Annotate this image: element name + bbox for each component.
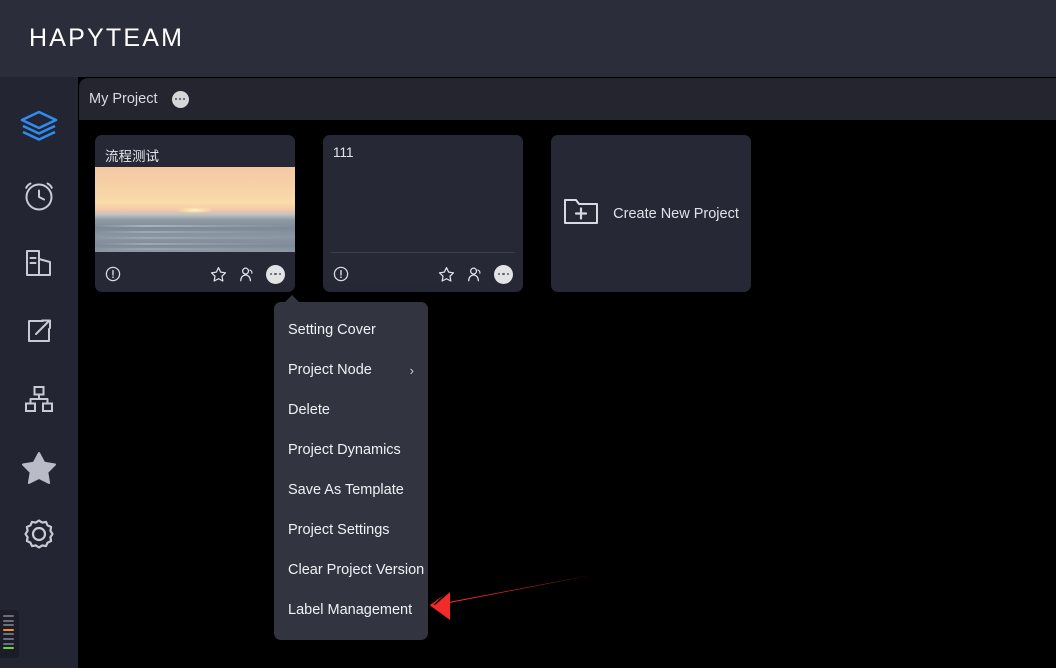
- mini-log-line: [3, 615, 14, 617]
- sun-glow: [177, 207, 213, 213]
- ellipsis-icon-dot: [506, 272, 510, 276]
- chevron-right-icon: ›: [409, 362, 414, 378]
- menu-item-label: Project Settings: [288, 522, 390, 538]
- menu-item-label: Setting Cover: [288, 322, 376, 338]
- project-card[interactable]: 111: [323, 135, 523, 292]
- members-icon[interactable]: [466, 266, 483, 283]
- menu-item-label: Delete: [288, 402, 330, 418]
- menu-item-clear-project-version[interactable]: Clear Project Version: [274, 550, 428, 590]
- project-card-title: 流程测试: [105, 149, 159, 164]
- menu-item-setting-cover[interactable]: Setting Cover: [274, 310, 428, 350]
- ellipsis-icon-dot: [274, 272, 277, 276]
- project-bar: My Project: [79, 78, 1056, 120]
- create-new-project-card[interactable]: Create New Project: [551, 135, 751, 292]
- star-icon: [18, 446, 60, 488]
- members-icon[interactable]: [238, 266, 255, 283]
- menu-item-save-as-template[interactable]: Save As Template: [274, 470, 428, 510]
- star-outline-icon[interactable]: [438, 266, 455, 283]
- sidebar-item-layers[interactable]: [11, 99, 67, 155]
- sidebar-item-schedule[interactable]: [11, 167, 67, 223]
- gear-icon: [18, 514, 60, 556]
- info-icon[interactable]: [105, 266, 121, 282]
- star-outline-icon[interactable]: [210, 266, 227, 283]
- mini-log-line-warning: [3, 628, 14, 631]
- project-card[interactable]: 流程测试: [95, 135, 295, 292]
- menu-item-label: Clear Project Version: [288, 562, 425, 578]
- mini-log-line: [3, 633, 14, 636]
- sidebar-item-reports[interactable]: [11, 235, 67, 291]
- mini-log-panel[interactable]: [0, 610, 19, 658]
- alarm-clock-icon: [19, 175, 59, 215]
- mini-log-line: [3, 642, 14, 645]
- menu-item-label: Label Management: [288, 602, 413, 618]
- create-new-project-label: Create New Project: [613, 205, 739, 222]
- menu-item-label: Project Node: [288, 362, 372, 378]
- annotation-arrow-icon: [430, 575, 592, 620]
- mini-log-line: [3, 619, 14, 622]
- menu-item-label-management[interactable]: Label Management: [274, 590, 428, 630]
- org-chart-icon: [19, 379, 59, 419]
- folder-plus-icon: [563, 195, 599, 232]
- project-card-footer: [323, 256, 523, 292]
- ellipsis-icon-dot: [278, 272, 282, 276]
- layers-icon: [18, 106, 60, 148]
- info-icon[interactable]: [333, 266, 349, 282]
- ellipsis-icon-dot: [502, 272, 505, 276]
- project-card-cover-image: [95, 167, 295, 252]
- app-root: HAPYTEAM My Project 流程测试 111 Create New …: [0, 0, 1056, 668]
- menu-item-project-dynamics[interactable]: Project Dynamics: [274, 430, 428, 470]
- app-brand-title: HAPYTEAM: [29, 24, 185, 52]
- ellipsis-icon-dot: [179, 98, 181, 100]
- mini-log-line: [3, 624, 14, 627]
- mini-log-line: [3, 637, 14, 640]
- sidebar-item-favorites[interactable]: [11, 439, 67, 495]
- sidebar-item-share[interactable]: [11, 303, 67, 359]
- app-header: HAPYTEAM: [0, 0, 1056, 77]
- ellipsis-icon-dot: [497, 272, 501, 276]
- ellipsis-icon-dot: [269, 272, 273, 276]
- building-chart-icon: [19, 243, 59, 283]
- menu-item-label: Project Dynamics: [288, 442, 401, 458]
- sidebar-item-settings[interactable]: [11, 507, 67, 563]
- project-bar-title: My Project: [89, 91, 158, 107]
- project-card-title: 111: [333, 145, 354, 160]
- ellipsis-icon-dot: [175, 98, 178, 100]
- menu-item-label: Save As Template: [288, 482, 404, 498]
- menu-item-project-settings[interactable]: Project Settings: [274, 510, 428, 550]
- sidebar: [0, 77, 78, 668]
- project-card-more-button[interactable]: [494, 264, 513, 284]
- project-card-grid: 流程测试 111 Create New Project: [95, 135, 751, 292]
- ellipsis-icon-dot: [182, 98, 185, 100]
- context-menu-caret: [285, 295, 299, 302]
- sidebar-item-organization[interactable]: [11, 371, 67, 427]
- menu-item-delete[interactable]: Delete: [274, 390, 428, 430]
- project-card-footer: [95, 256, 295, 292]
- menu-item-project-node[interactable]: Project Node ›: [274, 350, 428, 390]
- share-export-icon: [19, 311, 59, 351]
- project-card-more-button[interactable]: [266, 264, 285, 284]
- card-divider: [331, 252, 515, 253]
- project-bar-more-button[interactable]: [171, 90, 189, 108]
- mini-log-line-success: [3, 647, 14, 650]
- project-context-menu: Setting Cover Project Node › Delete Proj…: [274, 295, 428, 640]
